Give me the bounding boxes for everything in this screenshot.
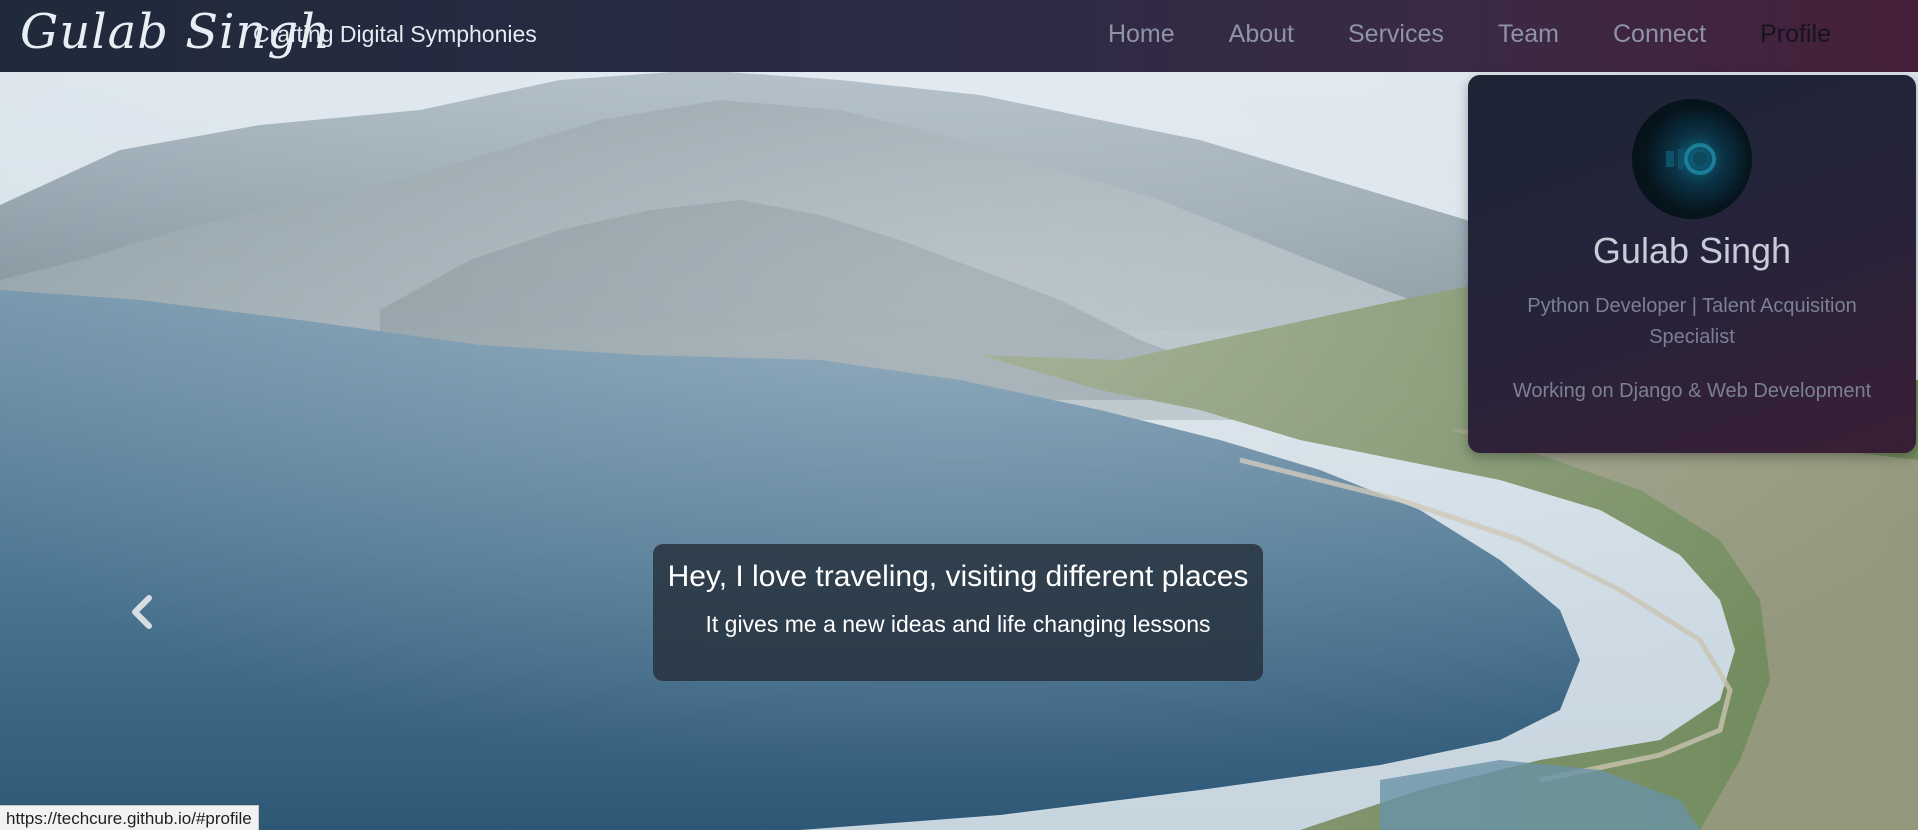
caption-title: Hey, I love traveling, visiting differen…	[667, 560, 1249, 593]
chevron-left-icon	[132, 595, 152, 629]
brand-tagline: Crafting Digital Symphonies	[253, 21, 537, 47]
caption-subtitle: It gives me a new ideas and life changin…	[705, 611, 1211, 637]
status-bar-url: https://techcure.github.io/#profile	[0, 805, 259, 830]
nav-link-home[interactable]: Home	[1081, 18, 1202, 50]
navbar: Gulab Singh Crafting Digital Symphonies …	[0, 0, 1918, 72]
profile-status: Working on Django & Web Development	[1512, 380, 1872, 402]
carousel-caption: Hey, I love traveling, visiting differen…	[653, 544, 1263, 681]
nav-links: Home About Services Team Connect Profile	[1081, 18, 1858, 50]
carousel-prev-button[interactable]	[125, 594, 161, 630]
profile-card: Gulab Singh Python Developer | Talent Ac…	[1468, 75, 1916, 453]
nav-link-about[interactable]: About	[1202, 18, 1321, 50]
profile-role: Python Developer | Talent Acquisition Sp…	[1527, 295, 1857, 348]
nav-link-services[interactable]: Services	[1321, 18, 1471, 50]
nav-link-connect[interactable]: Connect	[1586, 18, 1733, 50]
profile-name: Gulab Singh	[1592, 230, 1792, 271]
avatar-logo-icon	[1666, 143, 1716, 175]
avatar	[1632, 99, 1752, 219]
nav-link-profile[interactable]: Profile	[1733, 18, 1858, 50]
nav-link-team[interactable]: Team	[1471, 18, 1586, 50]
